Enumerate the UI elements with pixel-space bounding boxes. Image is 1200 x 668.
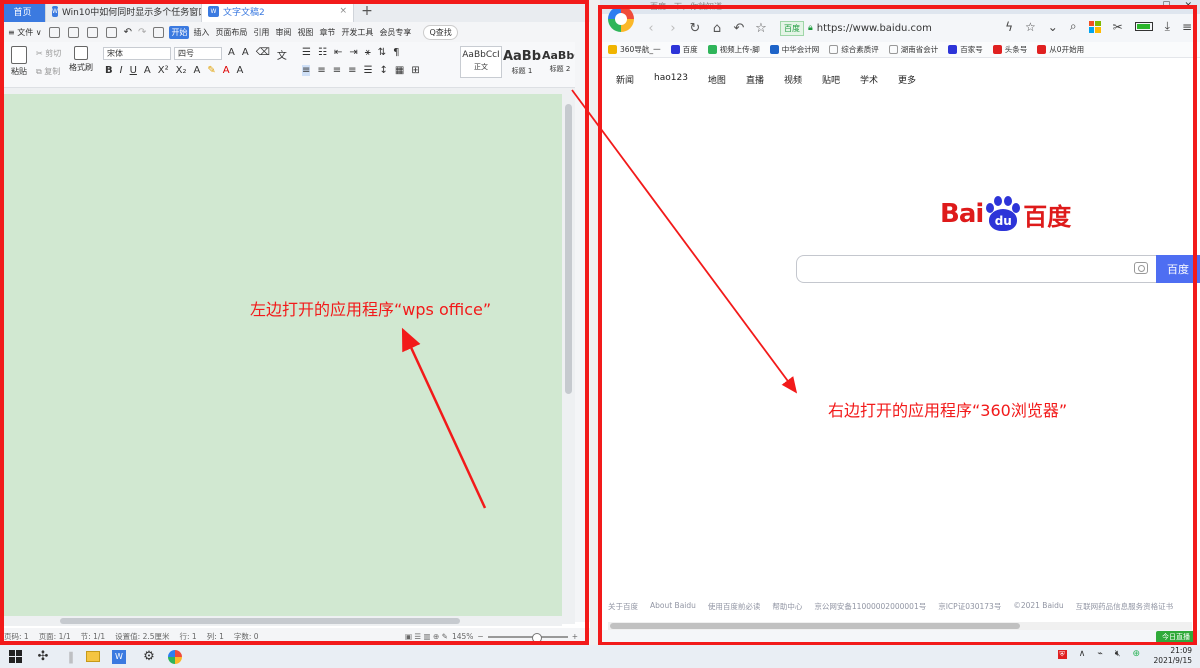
annotation-right-note: 右边打开的应用程序“360浏览器”: [828, 401, 1068, 420]
annotation-frame-right: [598, 5, 1197, 646]
clock-time: 21:09: [1170, 646, 1192, 655]
wps-taskbar-icon[interactable]: W: [104, 645, 134, 668]
taskbar: ✣ ∥ W ⚙ ⛨ ∧ ⌁ 🔇︎ ⊕ 21:09 2021/9/15: [0, 645, 1200, 668]
system-tray: ⛨ ∧ ⌁ 🔇︎ ⊕: [1057, 649, 1140, 659]
tray-expand-icon[interactable]: ∧: [1079, 649, 1086, 659]
annotation-left-note: 左边打开的应用程序“wps office”: [250, 300, 492, 319]
separator-icon: ∥: [68, 649, 74, 664]
360-browser-taskbar-icon[interactable]: [164, 645, 186, 668]
volume-icon[interactable]: 🔇︎: [1115, 649, 1121, 659]
task-view-icon[interactable]: ✣: [26, 645, 60, 668]
settings-icon[interactable]: ⚙: [134, 645, 164, 668]
desktop: 首页 W Win10中如何同时显示多个任务窗口 W 文字文稿2 × + ≡ 文件…: [0, 0, 1200, 668]
ime-icon[interactable]: ⊕: [1132, 649, 1140, 659]
antivirus-icon[interactable]: ⛨: [1057, 649, 1067, 659]
file-explorer-icon[interactable]: [82, 645, 104, 668]
annotation-frame-left: [0, 0, 589, 645]
clock[interactable]: 21:09 2021/9/15: [1154, 646, 1192, 666]
network-icon[interactable]: ⌁: [1097, 649, 1102, 659]
clock-date: 2021/9/15: [1153, 656, 1192, 665]
windows-icon: [8, 650, 22, 663]
start-button[interactable]: [4, 645, 26, 668]
